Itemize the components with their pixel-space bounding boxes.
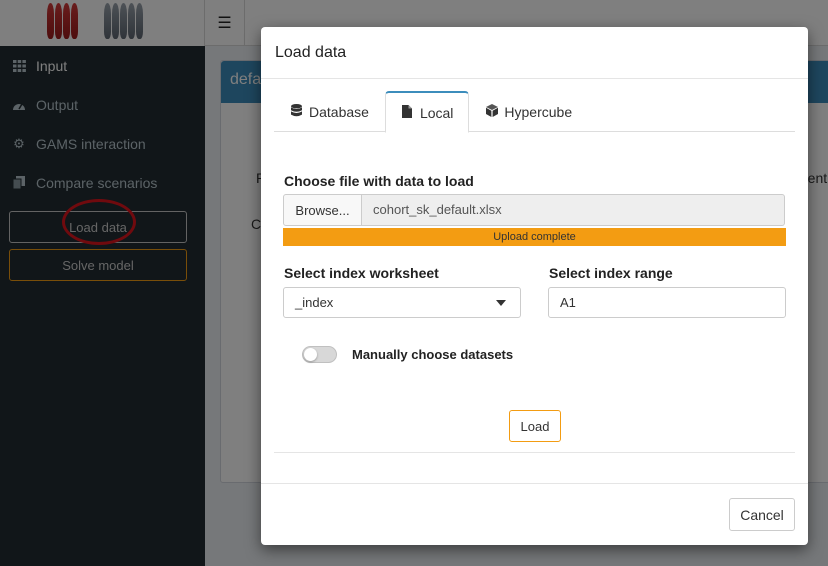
worksheet-label: Select index worksheet bbox=[284, 265, 439, 281]
caret-down-icon bbox=[496, 300, 506, 306]
file-input-group: Browse... cohort_sk_default.xlsx bbox=[283, 194, 785, 226]
tab-local[interactable]: Local bbox=[384, 91, 470, 133]
load-data-modal: Load data Database Local Hypercube Choos… bbox=[261, 27, 808, 545]
cube-icon bbox=[485, 103, 498, 120]
load-button[interactable]: Load bbox=[509, 410, 561, 442]
range-label: Select index range bbox=[549, 265, 673, 281]
tab-label: Local bbox=[419, 104, 454, 121]
tab-hypercube[interactable]: Hypercube bbox=[469, 91, 588, 132]
upload-status-text: Upload complete bbox=[493, 231, 576, 243]
tab-label: Database bbox=[309, 103, 369, 120]
modal-title: Load data bbox=[275, 44, 347, 61]
database-icon bbox=[290, 103, 303, 120]
divider bbox=[274, 452, 795, 453]
tab-label: Hypercube bbox=[504, 103, 573, 120]
toggle-knob bbox=[304, 348, 317, 361]
upload-progress-bar: Upload complete bbox=[283, 228, 786, 246]
worksheet-select[interactable]: _index bbox=[283, 287, 521, 318]
worksheet-selected-value: _index bbox=[295, 295, 334, 310]
modal-header: Load data bbox=[261, 27, 808, 79]
tab-bar: Database Local Hypercube bbox=[274, 91, 795, 133]
modal-footer-divider bbox=[261, 483, 808, 484]
index-range-input[interactable] bbox=[548, 287, 786, 318]
tab-database[interactable]: Database bbox=[274, 91, 385, 132]
manual-datasets-toggle[interactable] bbox=[302, 346, 337, 363]
file-name-field[interactable]: cohort_sk_default.xlsx bbox=[362, 194, 785, 226]
file-section-label: Choose file with data to load bbox=[284, 173, 474, 189]
browse-button[interactable]: Browse... bbox=[283, 194, 362, 226]
cancel-button[interactable]: Cancel bbox=[729, 498, 795, 531]
manual-datasets-label: Manually choose datasets bbox=[352, 347, 514, 362]
file-icon bbox=[401, 104, 414, 121]
